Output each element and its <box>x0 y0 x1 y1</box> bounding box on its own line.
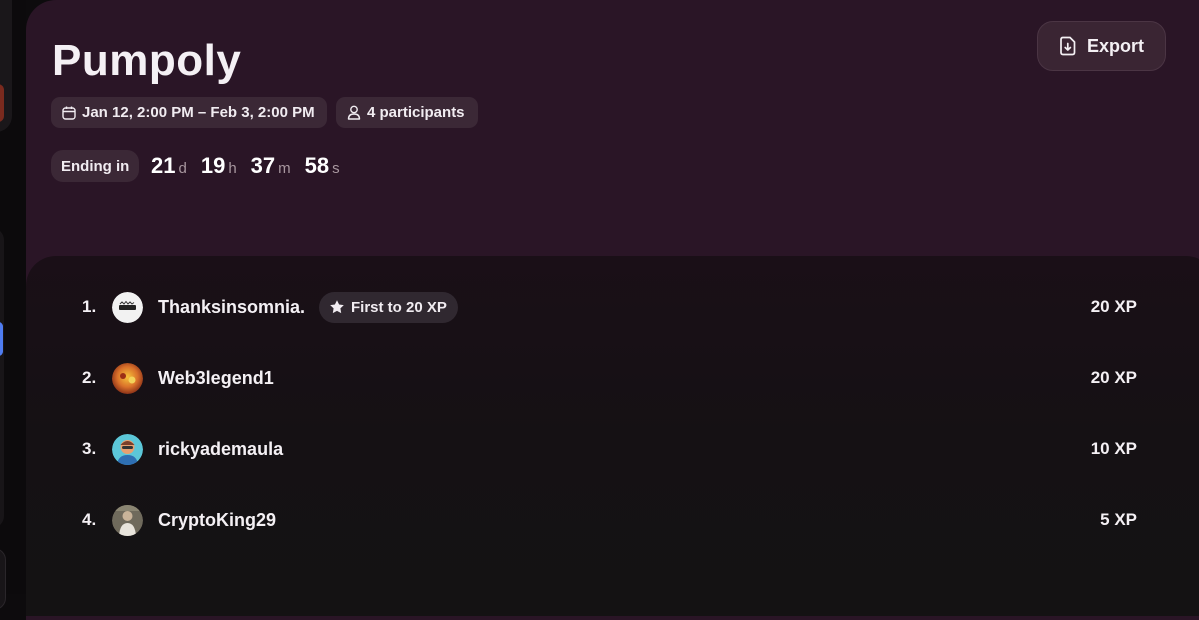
avatar[interactable] <box>112 291 143 323</box>
xp-value: 5 XP <box>1100 510 1137 529</box>
rank-number: 4. <box>82 510 97 529</box>
xp-value: 20 XP <box>1090 297 1137 316</box>
file-download-icon <box>1060 36 1076 56</box>
rank-number: 1. <box>82 297 97 316</box>
username[interactable]: rickyademaula <box>158 439 283 460</box>
rank-number: 2. <box>82 368 97 387</box>
avatar[interactable] <box>112 433 143 465</box>
export-label: Export <box>1086 35 1144 56</box>
sidebar-bottom-panel <box>0 548 6 610</box>
sidebar-avatar[interactable] <box>0 84 4 122</box>
ending-in-label: Ending in <box>51 150 140 182</box>
username[interactable]: Thanksinsomnia. <box>158 297 305 318</box>
xp-value: 10 XP <box>1090 439 1137 458</box>
user-icon <box>347 105 361 120</box>
participants-chip: 4 participants <box>336 97 478 128</box>
leaderboard-row[interactable]: 1. Thanksinsomnia. First to 20 XP 20 XP <box>26 287 1199 327</box>
star-icon <box>330 300 344 314</box>
xp-value: 20 XP <box>1090 368 1137 387</box>
participants-text: 4 participants <box>367 104 465 121</box>
sidebar-strip <box>0 0 26 610</box>
leaderboard: 1. Thanksinsomnia. First to 20 XP 20 XP … <box>26 256 1199 616</box>
leaderboard-row[interactable]: 3. rickyademaula 10 XP <box>26 429 1199 469</box>
leaderboard-row[interactable]: 4. CryptoKing29 5 XP <box>26 500 1199 540</box>
username[interactable]: CryptoKing29 <box>158 510 276 531</box>
avatar[interactable] <box>112 504 143 536</box>
sidebar-active-indicator[interactable] <box>0 322 3 356</box>
countdown-days: 21 d <box>151 153 187 178</box>
countdown-hours: 19 h <box>200 153 237 178</box>
countdown-timer: 21 d 19 h 37 m 58 s <box>151 153 340 179</box>
rank-number: 3. <box>82 439 97 458</box>
achievement-badge: First to 20 XP <box>319 291 458 323</box>
countdown-seconds: 58 s <box>304 153 340 178</box>
username[interactable]: Web3legend1 <box>158 368 274 389</box>
countdown-minutes: 37 m <box>250 153 291 178</box>
avatar[interactable] <box>112 362 143 394</box>
export-button[interactable]: Export <box>1037 21 1166 71</box>
leaderboard-row[interactable]: 2. Web3legend1 20 XP <box>26 358 1199 398</box>
date-range-chip: Jan 12, 2:00 PM – Feb 3, 2:00 PM <box>51 97 327 128</box>
page-title: Pumpoly <box>52 36 242 85</box>
calendar-icon <box>62 106 76 120</box>
sidebar-nav-panel <box>0 228 4 528</box>
quest-card: Pumpoly Export Jan 12, 2:00 PM – Feb 3, … <box>26 0 1199 620</box>
badge-label: First to 20 XP <box>351 298 447 316</box>
date-range-text: Jan 12, 2:00 PM – Feb 3, 2:00 PM <box>82 104 315 121</box>
